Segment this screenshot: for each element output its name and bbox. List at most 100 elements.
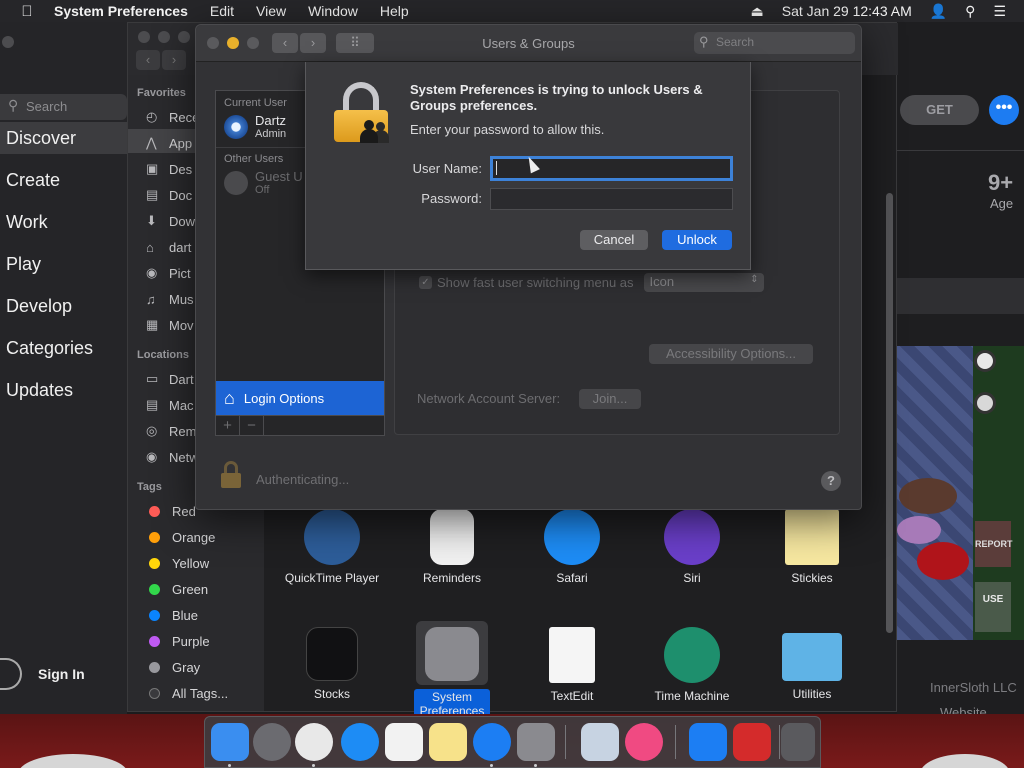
- tag-blue[interactable]: Blue: [128, 601, 264, 625]
- app-system-preferences[interactable]: System Preferences: [392, 621, 512, 719]
- app-time-machine[interactable]: Time Machine: [632, 627, 752, 703]
- clock-icon: ◴: [146, 109, 158, 124]
- tag-green[interactable]: Green: [128, 575, 264, 599]
- dock-system-preferences-icon[interactable]: [517, 723, 555, 761]
- dock-chrome-icon[interactable]: [295, 723, 333, 761]
- desktop-icon: ▣: [146, 161, 159, 176]
- fast-switch-row: ✓ Show fast user switching menu as Icon …: [419, 273, 764, 292]
- nav-discover[interactable]: Discover: [0, 122, 127, 154]
- menu-window[interactable]: Window: [308, 3, 358, 19]
- tag-orange[interactable]: Orange: [128, 523, 264, 547]
- sidebar-label: Des: [169, 161, 193, 177]
- dock-calendar-icon[interactable]: [385, 723, 423, 761]
- appstore-sidebar: ⚲ Search Discover Create Work Play Devel…: [0, 22, 127, 714]
- app-stickies[interactable]: Stickies: [752, 509, 872, 585]
- dock-safari-icon[interactable]: [341, 723, 379, 761]
- cancel-button[interactable]: Cancel: [580, 230, 648, 250]
- dock-trash-icon[interactable]: [781, 723, 815, 761]
- tag-gray[interactable]: Gray: [128, 653, 264, 677]
- dock-notes-icon[interactable]: [429, 723, 467, 761]
- finder-zoom-icon[interactable]: [178, 31, 190, 43]
- menu-view[interactable]: View: [256, 3, 286, 19]
- accessibility-options-button[interactable]: Accessibility Options...: [649, 344, 813, 364]
- game-screenshot[interactable]: [897, 346, 973, 640]
- tag-yellow[interactable]: Yellow: [128, 549, 264, 573]
- nav-develop[interactable]: Develop: [0, 290, 127, 322]
- text-caret: [496, 161, 497, 175]
- notification-center-icon[interactable]: ☰: [993, 3, 1006, 20]
- nav-create[interactable]: Create: [0, 164, 127, 196]
- tag-purple[interactable]: Purple: [128, 627, 264, 651]
- user-row-guest[interactable]: Guest U Off: [224, 169, 303, 196]
- snowflake-avatar-icon: [224, 115, 248, 139]
- preferences-search-field[interactable]: ⚲ Search: [694, 32, 855, 54]
- menu-app-name[interactable]: System Preferences: [54, 3, 188, 19]
- app-safari[interactable]: Safari: [512, 509, 632, 585]
- document-icon: ▤: [146, 187, 159, 202]
- finder-scrollbar[interactable]: [886, 193, 893, 633]
- download-icon: ⬇: [146, 213, 157, 228]
- fast-switch-checkbox[interactable]: ✓: [419, 276, 432, 289]
- more-options-button[interactable]: •••: [989, 95, 1019, 125]
- get-button[interactable]: GET: [900, 95, 979, 125]
- password-field[interactable]: [490, 188, 733, 210]
- finder-close-icon[interactable]: [138, 31, 150, 43]
- fast-switch-value: Icon: [649, 274, 675, 289]
- dock-app-store-installer-icon[interactable]: [689, 723, 727, 761]
- user-row-dartz[interactable]: Dartz Admin: [224, 113, 286, 140]
- lock-icon[interactable]: [221, 461, 241, 489]
- running-indicator: [228, 764, 231, 767]
- fast-switch-select[interactable]: Icon ⇕: [643, 273, 764, 292]
- app-quicktime-player[interactable]: QuickTime Player: [272, 509, 392, 585]
- apple-menu-icon[interactable]: : [0, 3, 54, 20]
- app-label: Stocks: [313, 687, 350, 701]
- developer-name[interactable]: InnerSloth LLC: [930, 680, 1017, 695]
- add-user-button[interactable]: +: [216, 416, 240, 435]
- dock-itunes-icon[interactable]: [625, 723, 663, 761]
- finder-forward-icon[interactable]: ›: [162, 50, 186, 70]
- spotlight-icon[interactable]: ⚲: [965, 3, 975, 20]
- dock-preview-icon[interactable]: [581, 723, 619, 761]
- menu-edit[interactable]: Edit: [210, 3, 234, 19]
- appstore-search-field[interactable]: ⚲ Search: [0, 94, 127, 120]
- other-users-heading: Other Users: [224, 153, 284, 165]
- time-machine-clock-icon: [664, 627, 720, 683]
- dock-finder-icon[interactable]: [211, 723, 249, 761]
- eject-icon[interactable]: ⏏: [751, 3, 764, 20]
- appstore-close-icon[interactable]: [2, 36, 14, 48]
- tag-label: Gray: [172, 659, 201, 675]
- login-options-item[interactable]: ⌂ Login Options: [216, 381, 384, 415]
- join-button[interactable]: Join...: [579, 389, 641, 409]
- nav-updates[interactable]: Updates: [0, 374, 127, 406]
- siri-icon: [664, 509, 720, 565]
- menu-clock[interactable]: Sat Jan 29 12:43 AM: [782, 3, 912, 19]
- tag-all-tags[interactable]: All Tags...: [128, 679, 264, 703]
- nav-play[interactable]: Play: [0, 248, 127, 280]
- current-user-heading: Current User: [224, 97, 287, 109]
- user-name: Guest U: [255, 169, 303, 184]
- remove-user-button[interactable]: −: [240, 416, 264, 435]
- dock-app-store-icon[interactable]: [473, 723, 511, 761]
- app-label: Time Machine: [654, 689, 730, 703]
- app-stocks[interactable]: Stocks: [272, 627, 392, 701]
- tag-label: Blue: [172, 607, 199, 623]
- unlock-button[interactable]: Unlock: [662, 230, 732, 250]
- search-icon: ⚲: [699, 34, 709, 49]
- app-reminders[interactable]: Reminders: [392, 509, 512, 585]
- nav-categories[interactable]: Categories: [0, 332, 127, 364]
- finder-minimize-icon[interactable]: [158, 31, 170, 43]
- user-icon[interactable]: 👤: [930, 3, 947, 20]
- menu-help[interactable]: Help: [380, 3, 409, 19]
- dock-close-app-icon[interactable]: [733, 723, 771, 761]
- app-siri[interactable]: Siri: [632, 509, 752, 585]
- help-button[interactable]: ?: [821, 471, 841, 491]
- selection-highlight: [416, 621, 488, 685]
- safari-compass-icon: [544, 509, 600, 565]
- person-body: [360, 129, 378, 143]
- nav-work[interactable]: Work: [0, 206, 127, 238]
- finder-back-icon[interactable]: ‹: [136, 50, 160, 70]
- sign-in-button[interactable]: Sign In: [0, 658, 85, 690]
- dock-launchpad-icon[interactable]: [253, 723, 291, 761]
- app-textedit[interactable]: TextEdit: [512, 627, 632, 703]
- app-utilities[interactable]: Utilities: [752, 627, 872, 701]
